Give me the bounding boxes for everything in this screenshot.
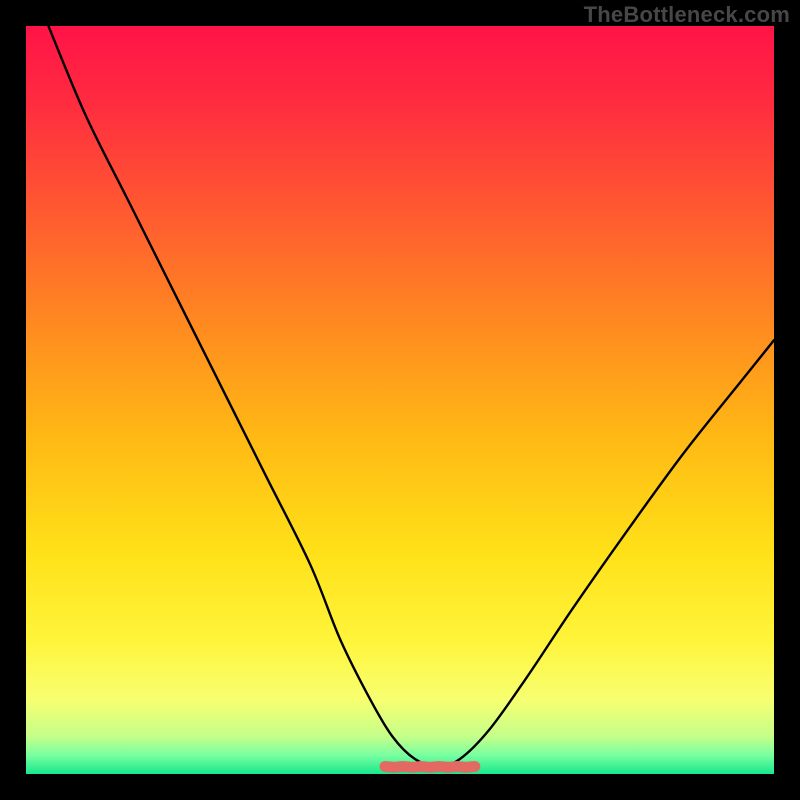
optimal-range-marker <box>385 767 475 768</box>
plot-area <box>26 26 774 774</box>
bottleneck-chart-svg <box>26 26 774 774</box>
gradient-background <box>26 26 774 774</box>
chart-frame: TheBottleneck.com <box>0 0 800 800</box>
watermark-text: TheBottleneck.com <box>584 2 790 28</box>
